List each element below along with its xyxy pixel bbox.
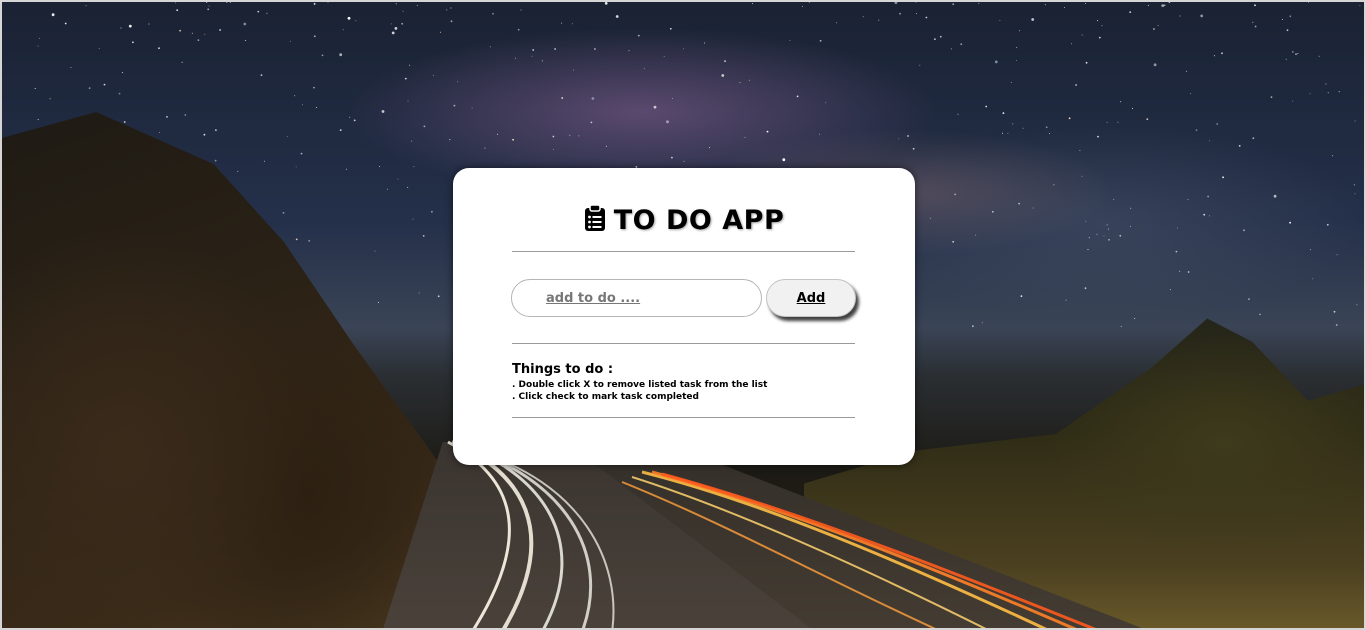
clipboard-list-icon [584,204,606,236]
instructions: Things to do : . Double click X to remov… [512,362,855,403]
header: TO DO APP [453,204,915,236]
header-divider [512,251,855,252]
todo-card: TO DO APP Add Things to do : . Double cl… [453,168,915,465]
list-divider [512,417,855,418]
app-title: TO DO APP [613,204,785,236]
todo-input[interactable] [511,279,762,317]
instruction-line: . Double click X to remove listed task f… [512,380,768,390]
add-button[interactable]: Add [766,279,856,317]
browser-viewport: TO DO APP Add Things to do : . Double cl… [0,0,1366,630]
instructions-heading: Things to do : [512,362,614,377]
form-divider [512,343,855,344]
instruction-line: . Click check to mark task completed [512,392,699,402]
